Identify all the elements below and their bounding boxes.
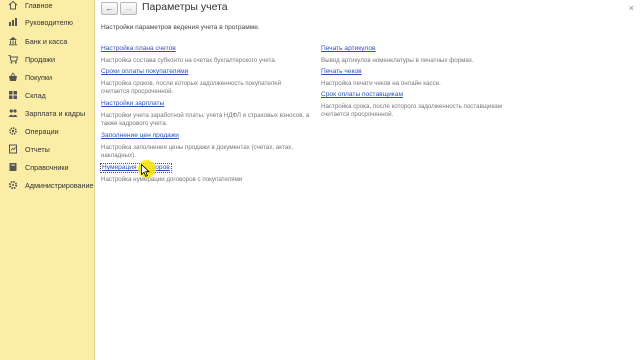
back-button[interactable]: ←	[101, 2, 118, 15]
setting-sale-prices: Заполнение цен продажи Настройка заполне…	[101, 124, 311, 160]
sidebar-item-director[interactable]: Руководителю	[0, 13, 95, 31]
report-icon	[8, 144, 18, 154]
sidebar-item-label: Руководителю	[25, 17, 73, 27]
sidebar-item-label: Покупки	[25, 72, 53, 82]
salary-settings-link[interactable]: Настройки зарплаты	[101, 100, 164, 108]
setting-customer-payment-terms: Сроки оплаты покупателями Настройка срок…	[101, 60, 311, 96]
main-panel: ← → Параметры учета × Настройки параметр…	[96, 0, 640, 360]
gear-icon	[8, 126, 18, 136]
forward-button[interactable]: →	[120, 2, 137, 15]
supplier-payment-terms-link[interactable]: Срок оплаты поставщикам	[321, 91, 403, 99]
book-icon	[8, 162, 18, 172]
setting-salary: Настройки зарплаты Настройки учета зараб…	[101, 92, 311, 128]
sidebar-item-bank[interactable]: Банк и касса	[0, 32, 95, 50]
sidebar-item-purchases[interactable]: Покупки	[0, 68, 95, 86]
sidebar-item-label: Операции	[25, 126, 59, 136]
arrow-left-icon: ←	[105, 3, 114, 13]
setting-supplier-payment-terms: Срок оплаты поставщикам Настройка срока,…	[321, 83, 531, 119]
page-subtitle: Настройки параметров ведения учета в про…	[101, 24, 260, 31]
print-articles-link[interactable]: Печать артикулов	[321, 45, 376, 53]
contract-numbering-link[interactable]: Нумерация договоров	[100, 163, 172, 173]
sidebar-item-label: Отчеты	[25, 144, 50, 154]
sidebar-item-reports[interactable]: Отчеты	[0, 140, 95, 158]
warehouse-icon	[8, 90, 18, 100]
sidebar-item-label: Склад	[25, 90, 46, 100]
sidebar-item-label: Справочники	[25, 162, 69, 172]
people-icon	[8, 108, 18, 118]
sidebar-item-label: Администрирование	[25, 180, 94, 190]
sidebar-item-administration[interactable]: Администрирование	[0, 176, 95, 194]
chart-of-accounts-link[interactable]: Настройка плана счетов	[101, 45, 176, 53]
sidebar-item-warehouse[interactable]: Склад	[0, 86, 95, 104]
cart-icon	[8, 54, 18, 64]
sidebar-item-label: Продажи	[25, 54, 56, 64]
customer-payment-terms-link[interactable]: Сроки оплаты покупателями	[101, 68, 188, 76]
chart-icon	[8, 17, 18, 27]
sale-prices-link[interactable]: Заполнение цен продажи	[101, 132, 179, 140]
sidebar: Главное Руководителю Банк и касса Продаж…	[0, 0, 95, 360]
bank-icon	[8, 36, 18, 46]
page-title: Параметры учета	[142, 1, 228, 13]
sidebar-item-operations[interactable]: Операции	[0, 122, 95, 140]
sidebar-item-directories[interactable]: Справочники	[0, 158, 95, 176]
sidebar-item-salary[interactable]: Зарплата и кадры	[0, 104, 95, 122]
admin-gear-icon	[8, 180, 18, 190]
setting-contract-numbering: Нумерация договоров Настройка нумерации …	[100, 156, 311, 184]
basket-icon	[8, 72, 18, 82]
sidebar-item-label: Главное	[25, 0, 53, 10]
toolbar: ← → Параметры учета ×	[96, 0, 640, 20]
sidebar-item-sales[interactable]: Продажи	[0, 50, 95, 68]
arrow-right-icon: →	[124, 3, 133, 13]
print-receipts-link[interactable]: Печать чеков	[321, 68, 362, 76]
home-icon	[8, 0, 18, 10]
close-icon[interactable]: ×	[629, 3, 634, 13]
sidebar-item-main[interactable]: Главное	[0, 0, 95, 14]
setting-description: Настройка нумерации договоров с покупате…	[101, 176, 243, 183]
sidebar-item-label: Зарплата и кадры	[25, 108, 86, 118]
setting-description: Настройка срока, после которого задолжен…	[321, 103, 502, 118]
sidebar-item-label: Банк и касса	[25, 36, 68, 46]
